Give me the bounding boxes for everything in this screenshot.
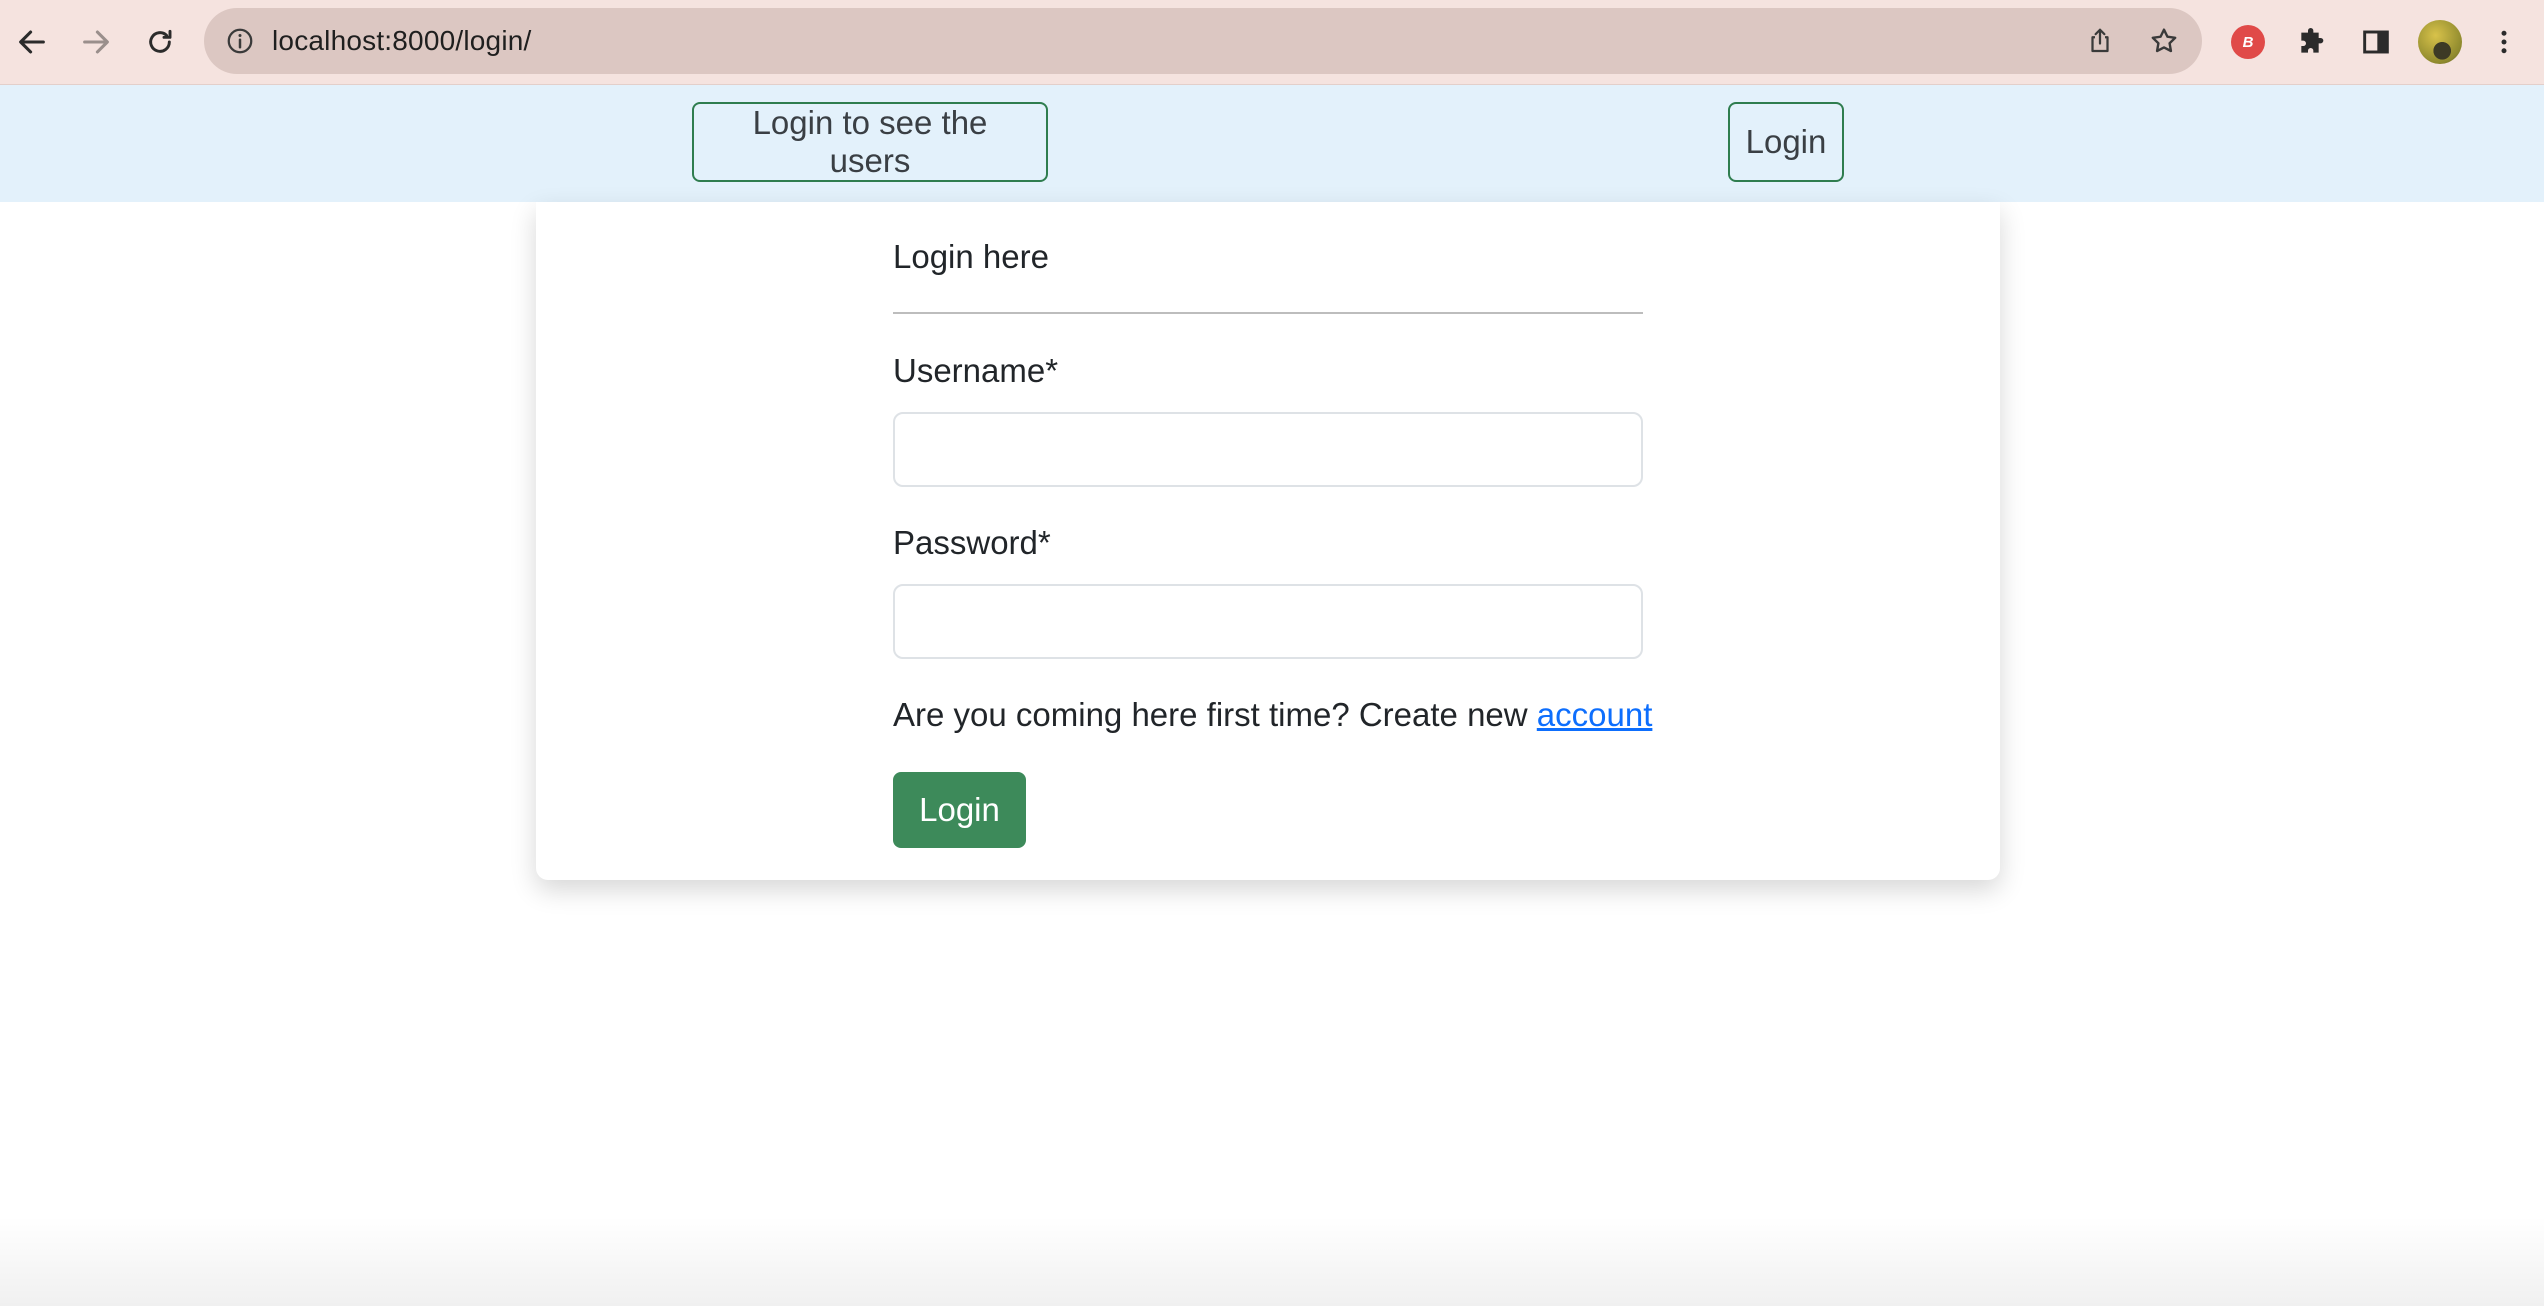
- password-input[interactable]: [893, 584, 1643, 659]
- forward-arrow-icon: [83, 30, 109, 54]
- signup-prompt-text: Are you coming here first time? Create n…: [893, 696, 1528, 733]
- browser-menu-button[interactable]: [2482, 20, 2526, 64]
- side-panel-icon: [2363, 30, 2389, 54]
- forward-button[interactable]: [74, 20, 118, 64]
- signup-prompt: Are you coming here first time? Create n…: [893, 696, 1652, 734]
- profile-button[interactable]: [2418, 20, 2462, 64]
- share-icon[interactable]: [2082, 23, 2118, 59]
- users-nav-button[interactable]: Login to see the users: [692, 102, 1048, 182]
- site-info-icon[interactable]: [224, 25, 256, 57]
- url-text[interactable]: localhost:8000/login/: [272, 8, 532, 74]
- bookmark-star-icon[interactable]: [2146, 23, 2182, 59]
- browser-toolbar: localhost:8000/login/ B: [0, 0, 2544, 85]
- profile-avatar: [2418, 20, 2462, 64]
- form-divider: [893, 312, 1643, 314]
- username-input[interactable]: [893, 412, 1643, 487]
- extension-badge-button[interactable]: B: [2226, 20, 2270, 64]
- back-button[interactable]: [10, 20, 54, 64]
- extensions-button[interactable]: [2290, 20, 2334, 64]
- reload-icon: [149, 29, 172, 53]
- side-panel-button[interactable]: [2354, 20, 2398, 64]
- more-vertical-icon: [2501, 30, 2507, 54]
- reload-button[interactable]: [138, 20, 182, 64]
- login-card: Login here Username* Password* Are you c…: [536, 202, 2000, 880]
- site-navbar: Login to see the users Login: [0, 85, 2544, 202]
- create-account-link[interactable]: account: [1537, 696, 1653, 733]
- extension-badge-icon: B: [2231, 25, 2265, 59]
- login-nav-button[interactable]: Login: [1728, 102, 1844, 182]
- username-label: Username*: [893, 352, 1059, 389]
- bottom-shadow: [0, 1216, 2544, 1306]
- back-arrow-icon: [19, 30, 45, 54]
- address-bar[interactable]: localhost:8000/login/: [204, 8, 2202, 74]
- form-title: Login here: [893, 238, 1049, 275]
- login-submit-button[interactable]: Login: [893, 772, 1026, 848]
- password-label: Password*: [893, 524, 1051, 561]
- puzzle-piece-icon: [2301, 28, 2324, 53]
